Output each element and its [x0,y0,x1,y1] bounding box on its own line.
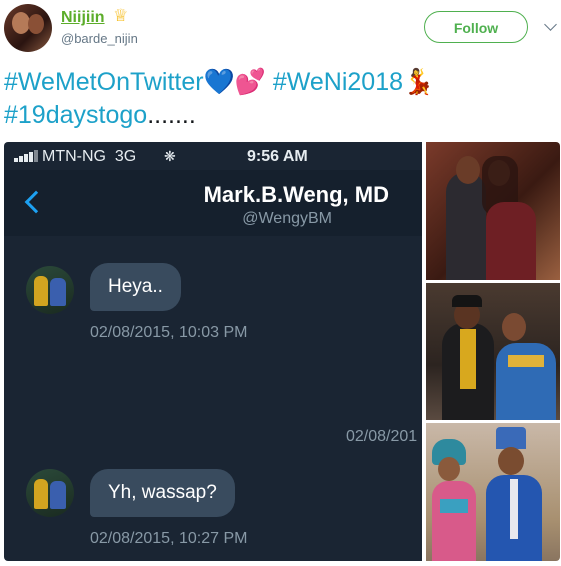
follow-button[interactable]: Follow [424,11,528,43]
contact-name: Mark.B.Weng, MD [203,182,389,207]
message-timestamp: 02/08/2015, 10:27 PM [90,530,248,547]
photo-couple-embrace[interactable] [426,142,560,280]
signal-icon [14,150,40,162]
dm-screenshot[interactable]: MTN-NG 3G ❋ 9:56 AM Mark.B.Weng, MD @Wen… [4,142,422,561]
message-bubble: Heya.. [90,263,181,311]
sender-avatar [26,266,74,314]
message-bubble: Yh, wassap? [90,469,235,517]
tweet-text: #WeMetOnTwitter💙💕 #WeNi2018💃 #19daystogo… [4,66,434,132]
author-avatar[interactable] [4,4,52,52]
carrier-label: MTN-NG 3G [42,148,137,165]
hashtag-weni2018[interactable]: #WeNi2018 [273,68,403,96]
author-handle[interactable]: @barde_nijin [61,31,138,46]
hashtag-wemetontwitter[interactable]: #WeMetOnTwitter [4,68,204,96]
message-timestamp: 02/08/2015, 10:03 PM [90,324,248,341]
photo-couple-traditional[interactable] [426,283,560,420]
author-display-name[interactable]: Niijiin [61,9,105,27]
contact-handle: @WengyBM [242,210,332,227]
blue-heart-icon: 💙 [203,68,235,96]
two-hearts-icon: 💕 [234,68,266,96]
photo-couple-colorful[interactable] [426,423,560,561]
chevron-down-icon[interactable] [544,18,557,31]
crown-icon: ♕ [113,6,129,25]
sender-avatar [26,469,74,517]
status-time: 9:56 AM [247,148,308,165]
loading-icon: ❋ [164,148,176,164]
dancer-icon: 💃 [403,68,435,96]
ellipsis-text: ....... [147,101,196,129]
message-timestamp-partial: 02/08/201 [346,428,418,445]
status-bar: MTN-NG 3G ❋ 9:56 AM [4,142,422,170]
hashtag-19daystogo[interactable]: #19daystogo [4,101,147,129]
